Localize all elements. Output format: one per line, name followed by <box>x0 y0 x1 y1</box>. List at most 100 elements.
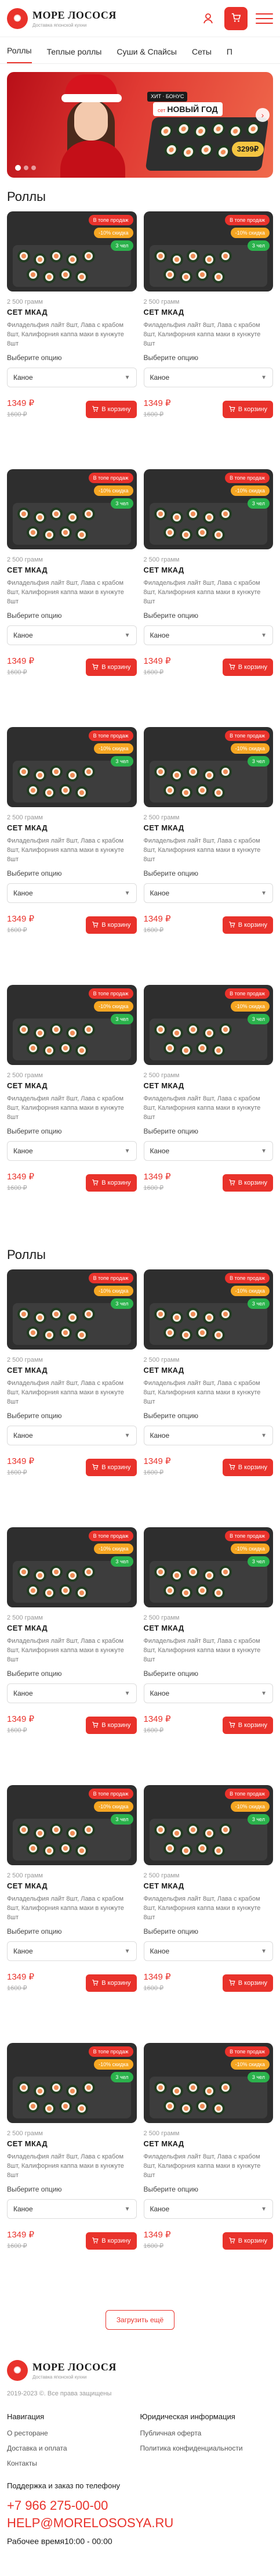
load-more-button[interactable]: Загрузить ещё <box>105 2310 175 2330</box>
option-select[interactable]: Каное ▼ <box>7 368 137 387</box>
add-to-cart-button[interactable]: В корзину <box>222 401 273 418</box>
product-card[interactable]: В топе продаж -10% скидка 3 чел 2 500 грамм… <box>7 1778 137 2036</box>
product-name[interactable]: СЕТ МКАД <box>144 1366 274 1375</box>
option-select[interactable]: Каное ▼ <box>7 2199 137 2219</box>
product-name[interactable]: СЕТ МКАД <box>144 1881 274 1890</box>
banner-dot-2[interactable] <box>24 166 28 170</box>
option-select[interactable]: Каное ▼ <box>143 2199 273 2219</box>
option-select[interactable]: Каное ▼ <box>7 625 137 645</box>
banner-dot-3[interactable] <box>31 166 36 170</box>
product-card[interactable]: В топе продаж -10% скидка 3 чел 2 500 грамм… <box>7 1520 137 1778</box>
add-to-cart-button[interactable]: В корзину <box>222 1459 273 1476</box>
product-name[interactable]: СЕТ МКАД <box>144 566 274 574</box>
menu-icon[interactable] <box>256 10 273 27</box>
option-select[interactable]: Каное ▼ <box>143 1426 273 1445</box>
product-image[interactable]: В топе продаж -10% скидка 3 чел <box>143 1785 273 1865</box>
option-select[interactable]: Каное ▼ <box>143 1683 273 1703</box>
product-card[interactable]: В топе продаж -10% скидка 3 чел 2 500 грамм… <box>143 1262 274 1520</box>
product-image[interactable]: В топе продаж -10% скидка 3 чел <box>7 2043 137 2123</box>
option-select[interactable]: Каное ▼ <box>143 883 273 903</box>
product-image[interactable]: В топе продаж -10% скидка 3 чел <box>143 985 273 1065</box>
tab-sets[interactable]: Сеты <box>192 47 212 63</box>
product-card[interactable]: В топе продаж -10% скидка 3 чел 2 500 грамм… <box>7 204 137 462</box>
option-select[interactable]: Каное ▼ <box>7 1941 137 1961</box>
product-card[interactable]: В топе продаж -10% скидка 3 чел 2 500 грамм… <box>143 2036 274 2294</box>
product-name[interactable]: СЕТ МКАД <box>144 1081 274 1090</box>
product-name[interactable]: СЕТ МКАД <box>7 823 137 832</box>
product-card[interactable]: В топе продаж -10% скидка 3 чел 2 500 грамм… <box>143 204 274 462</box>
product-image[interactable]: В топе продаж -10% скидка 3 чел <box>143 727 273 807</box>
product-name[interactable]: СЕТ МКАД <box>7 566 137 574</box>
option-select[interactable]: Каное ▼ <box>7 883 137 903</box>
add-to-cart-button[interactable]: В корзину <box>222 1974 273 1992</box>
add-to-cart-button[interactable]: В корзину <box>222 1717 273 1734</box>
product-card[interactable]: В топе продаж -10% скидка 3 чел 2 500 грамм… <box>7 720 137 978</box>
product-name[interactable]: СЕТ МКАД <box>7 2139 137 2148</box>
option-select[interactable]: Каное ▼ <box>7 1683 137 1703</box>
product-card[interactable]: В топе продаж -10% скидка 3 чел 2 500 грамм… <box>7 462 137 720</box>
add-to-cart-button[interactable]: В корзину <box>222 2232 273 2250</box>
footer-email-link[interactable]: HELP@MORELOSOSYA.RU <box>7 2516 273 2531</box>
add-to-cart-button[interactable]: В корзину <box>86 401 137 418</box>
add-to-cart-button[interactable]: В корзину <box>222 916 273 934</box>
option-select[interactable]: Каное ▼ <box>143 625 273 645</box>
product-name[interactable]: СЕТ МКАД <box>144 1624 274 1632</box>
product-name[interactable]: СЕТ МКАД <box>144 823 274 832</box>
footer-link-offer[interactable]: Публичная оферта <box>140 2429 274 2437</box>
user-icon[interactable] <box>200 10 216 27</box>
add-to-cart-button[interactable]: В корзину <box>86 916 137 934</box>
product-card[interactable]: В топе продаж -10% скидка 3 чел 2 500 грамм… <box>143 720 274 978</box>
product-name[interactable]: СЕТ МКАД <box>7 308 137 316</box>
option-select[interactable]: Каное ▼ <box>143 368 273 387</box>
product-image[interactable]: В топе продаж -10% скидка 3 чел <box>143 469 273 549</box>
chevron-right-icon[interactable]: › <box>256 108 270 122</box>
product-name[interactable]: СЕТ МКАД <box>7 1081 137 1090</box>
option-select[interactable]: Каное ▼ <box>143 1941 273 1961</box>
footer-link-delivery[interactable]: Доставка и оплата <box>7 2444 140 2452</box>
banner-dot-1[interactable] <box>15 165 21 171</box>
product-name[interactable]: СЕТ МКАД <box>144 2139 274 2148</box>
footer-logo[interactable]: ✺ МОРЕ ЛОСОСЯ Доставка японской кухни <box>7 2360 273 2381</box>
footer-link-contacts[interactable]: Контакты <box>7 2459 140 2467</box>
product-image[interactable]: В топе продаж -10% скидка 3 чел <box>143 1269 273 1350</box>
footer-phone-link[interactable]: +7 966 275-00-00 <box>7 2498 273 2513</box>
product-card[interactable]: В топе продаж -10% скидка 3 чел 2 500 грамм… <box>143 1520 274 1778</box>
product-card[interactable]: В топе продаж -10% скидка 3 чел 2 500 грамм… <box>7 2036 137 2294</box>
product-name[interactable]: СЕТ МКАД <box>144 308 274 316</box>
option-select[interactable]: Каное ▼ <box>7 1141 137 1161</box>
product-image[interactable]: В топе продаж -10% скидка 3 чел <box>143 211 273 292</box>
cart-button[interactable] <box>224 6 248 30</box>
add-to-cart-button[interactable]: В корзину <box>86 1174 137 1192</box>
add-to-cart-button[interactable]: В корзину <box>86 1459 137 1476</box>
promo-banner[interactable]: ХИТ ⋅ БОНУС сет НОВЫЙ ГОД 3299₽ › <box>7 72 273 178</box>
product-image[interactable]: В топе продаж -10% скидка 3 чел <box>7 1527 137 1607</box>
add-to-cart-button[interactable]: В корзину <box>86 1974 137 1992</box>
product-image[interactable]: В топе продаж -10% скидка 3 чел <box>7 211 137 292</box>
tab-warm-rolls[interactable]: Теплые роллы <box>47 47 102 63</box>
product-image[interactable]: В топе продаж -10% скидка 3 чел <box>7 1785 137 1865</box>
product-image[interactable]: В топе продаж -10% скидка 3 чел <box>143 2043 273 2123</box>
tab-sushi[interactable]: Суши & Спайсы <box>117 47 177 63</box>
logo-icon[interactable]: ✺ <box>7 8 28 29</box>
product-name[interactable]: СЕТ МКАД <box>7 1366 137 1375</box>
product-card[interactable]: В топе продаж -10% скидка 3 чел 2 500 грамм… <box>143 1778 274 2036</box>
option-select[interactable]: Каное ▼ <box>143 1141 273 1161</box>
product-image[interactable]: В топе продаж -10% скидка 3 чел <box>7 727 137 807</box>
product-name[interactable]: СЕТ МКАД <box>7 1624 137 1632</box>
product-image[interactable]: В топе продаж -10% скидка 3 чел <box>7 985 137 1065</box>
tab-rolls[interactable]: Роллы <box>7 46 32 63</box>
add-to-cart-button[interactable]: В корзину <box>222 1174 273 1192</box>
add-to-cart-button[interactable]: В корзину <box>86 2232 137 2250</box>
logo[interactable]: МОРЕ ЛОСОСЯ Доставка японской кухни <box>32 9 117 28</box>
option-select[interactable]: Каное ▼ <box>7 1426 137 1445</box>
product-card[interactable]: В топе продаж -10% скидка 3 чел 2 500 грамм… <box>143 462 274 720</box>
footer-link-privacy[interactable]: Политика конфиденциальности <box>140 2444 274 2452</box>
product-name[interactable]: СЕТ МКАД <box>7 1881 137 1890</box>
add-to-cart-button[interactable]: В корзину <box>86 659 137 676</box>
product-card[interactable]: В топе продаж -10% скидка 3 чел 2 500 грамм… <box>7 1262 137 1520</box>
product-card[interactable]: В топе продаж -10% скидка 3 чел 2 500 грамм… <box>143 978 274 1236</box>
product-image[interactable]: В топе продаж -10% скидка 3 чел <box>7 1269 137 1350</box>
add-to-cart-button[interactable]: В корзину <box>222 659 273 676</box>
tab-more[interactable]: П <box>227 47 232 63</box>
add-to-cart-button[interactable]: В корзину <box>86 1717 137 1734</box>
